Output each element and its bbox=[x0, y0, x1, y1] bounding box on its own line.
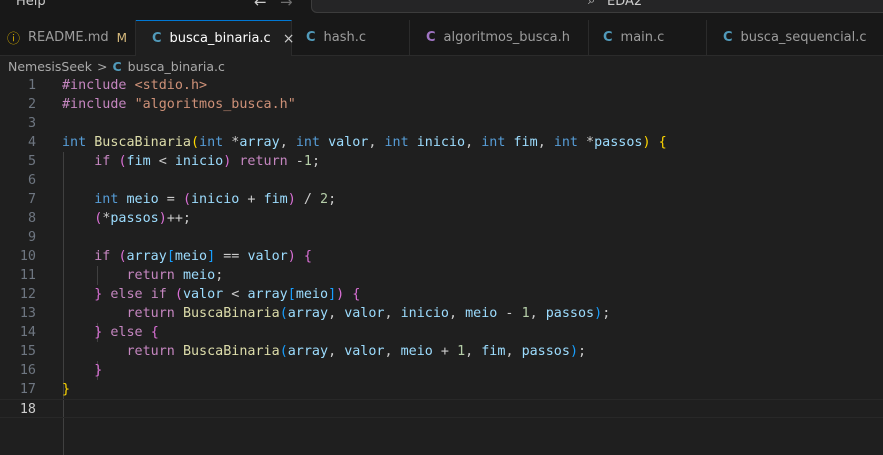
line-number: 10 bbox=[19, 249, 36, 264]
breadcrumb-file[interactable]: busca_binaria.c bbox=[128, 59, 225, 74]
code-line[interactable]: 9 bbox=[0, 228, 883, 247]
code-text: } else if (valor < array[meio]) { bbox=[94, 287, 361, 302]
editor-tabs: ⓘ README.md M C busca_binaria.c × C hash… bbox=[0, 20, 883, 56]
c-file-icon: C bbox=[426, 30, 436, 45]
code-line[interactable]: 2 #include "algoritmos_busca.h" bbox=[0, 95, 883, 114]
info-icon: ⓘ bbox=[7, 32, 21, 47]
tab-label: main.c bbox=[620, 30, 665, 45]
code-text: int BuscaBinaria(int *array, int valor, … bbox=[62, 135, 667, 150]
c-file-icon: C bbox=[723, 30, 733, 45]
back-arrow-icon[interactable]: ← bbox=[254, 0, 267, 11]
line-number: 12 bbox=[19, 287, 36, 302]
code-line[interactable]: 7 int meio = (inicio + fim) / 2; bbox=[0, 190, 883, 209]
tab-label: hash.c bbox=[323, 30, 367, 45]
line-number: 7 bbox=[27, 192, 36, 207]
code-line[interactable]: 18 bbox=[0, 399, 883, 418]
code-text: } bbox=[62, 382, 71, 397]
c-file-icon: C bbox=[603, 30, 613, 45]
c-file-icon: C bbox=[306, 30, 316, 45]
code-line[interactable]: 3 bbox=[0, 114, 883, 133]
tab-hash[interactable]: C hash.c bbox=[292, 20, 410, 55]
command-center-label: EDA2 bbox=[607, 0, 643, 9]
breadcrumb-folder[interactable]: NemesisSeek bbox=[8, 59, 92, 74]
tab-busca-sequencial[interactable]: C busca_sequencial.c bbox=[707, 20, 883, 55]
code-line[interactable]: 11 return meio; bbox=[0, 266, 883, 285]
code-text: (*passos)++; bbox=[94, 211, 191, 226]
code-line[interactable]: 8 (*passos)++; bbox=[0, 209, 883, 228]
code-text: int meio = (inicio + fim) / 2; bbox=[94, 192, 337, 207]
line-number: 1 bbox=[27, 78, 36, 93]
code-line[interactable]: 14 } else { bbox=[0, 323, 883, 342]
code-text: return BuscaBinaria(array, valor, inicio… bbox=[126, 306, 611, 321]
code-text: if (fim < inicio) return -1; bbox=[94, 154, 320, 169]
chevron-right-icon: > bbox=[96, 58, 108, 74]
line-number: 14 bbox=[19, 325, 36, 340]
c-file-icon: C bbox=[152, 31, 162, 46]
code-line[interactable]: 16 } bbox=[0, 361, 883, 380]
line-number: 18 bbox=[19, 402, 36, 417]
forward-arrow-icon[interactable]: → bbox=[280, 0, 293, 11]
line-number: 8 bbox=[27, 211, 36, 226]
code-line[interactable]: 5 if (fim < inicio) return -1; bbox=[0, 152, 883, 171]
title-bar: Help ← → ⌕ EDA2 bbox=[0, 0, 883, 20]
line-number: 11 bbox=[19, 268, 36, 283]
line-number: 2 bbox=[27, 97, 36, 112]
code-line[interactable]: 13 return BuscaBinaria(array, valor, ini… bbox=[0, 304, 883, 323]
tab-readme[interactable]: ⓘ README.md M bbox=[0, 20, 136, 55]
tab-main[interactable]: C main.c bbox=[589, 20, 707, 55]
code-text: return meio; bbox=[126, 268, 224, 283]
code-line[interactable]: 12 } else if (valor < array[meio]) { bbox=[0, 285, 883, 304]
tab-label: busca_sequencial.c bbox=[740, 30, 867, 45]
tab-busca-binaria[interactable]: C busca_binaria.c × bbox=[136, 20, 294, 56]
line-number: 5 bbox=[27, 154, 36, 169]
tab-label: README.md bbox=[28, 30, 109, 45]
code-text: } bbox=[94, 363, 103, 378]
search-icon: ⌕ bbox=[588, 0, 596, 8]
menu-help[interactable]: Help bbox=[16, 0, 46, 9]
line-number: 3 bbox=[27, 116, 36, 131]
line-number: 13 bbox=[19, 306, 36, 321]
line-number: 17 bbox=[19, 382, 36, 397]
tab-label: busca_binaria.c bbox=[169, 31, 271, 46]
code-line[interactable]: 15 return BuscaBinaria(array, valor, mei… bbox=[0, 342, 883, 361]
breadcrumb: NemesisSeek > C busca_binaria.c bbox=[8, 57, 225, 75]
code-line[interactable]: 6 bbox=[0, 171, 883, 190]
code-line[interactable]: 4 int BuscaBinaria(int *array, int valor,… bbox=[0, 133, 883, 152]
code-text: if (array[meio] == valor) { bbox=[94, 249, 312, 264]
code-editor[interactable]: 1 #include <stdio.h> 2 #include "algoritmos… bbox=[0, 76, 883, 455]
code-text: return BuscaBinaria(array, valor, meio +… bbox=[126, 344, 587, 359]
line-number: 4 bbox=[27, 135, 36, 150]
code-text: #include <stdio.h> bbox=[62, 78, 208, 93]
line-number: 15 bbox=[19, 344, 36, 359]
c-file-icon: C bbox=[112, 58, 122, 74]
line-number: 9 bbox=[27, 230, 36, 245]
line-number: 16 bbox=[19, 363, 36, 378]
modified-badge: M bbox=[116, 30, 128, 45]
code-text: } else { bbox=[94, 325, 159, 340]
command-center[interactable] bbox=[311, 0, 883, 13]
line-number: 6 bbox=[27, 173, 36, 188]
code-text: #include "algoritmos_busca.h" bbox=[62, 97, 296, 112]
tab-label: algoritmos_busca.h bbox=[443, 30, 571, 45]
code-line[interactable]: 10 if (array[meio] == valor) { bbox=[0, 247, 883, 266]
tab-algoritmos-busca[interactable]: C algoritmos_busca.h bbox=[410, 20, 589, 55]
code-line[interactable]: 17} bbox=[0, 380, 883, 399]
code-line[interactable]: 1 #include <stdio.h> bbox=[0, 76, 883, 95]
